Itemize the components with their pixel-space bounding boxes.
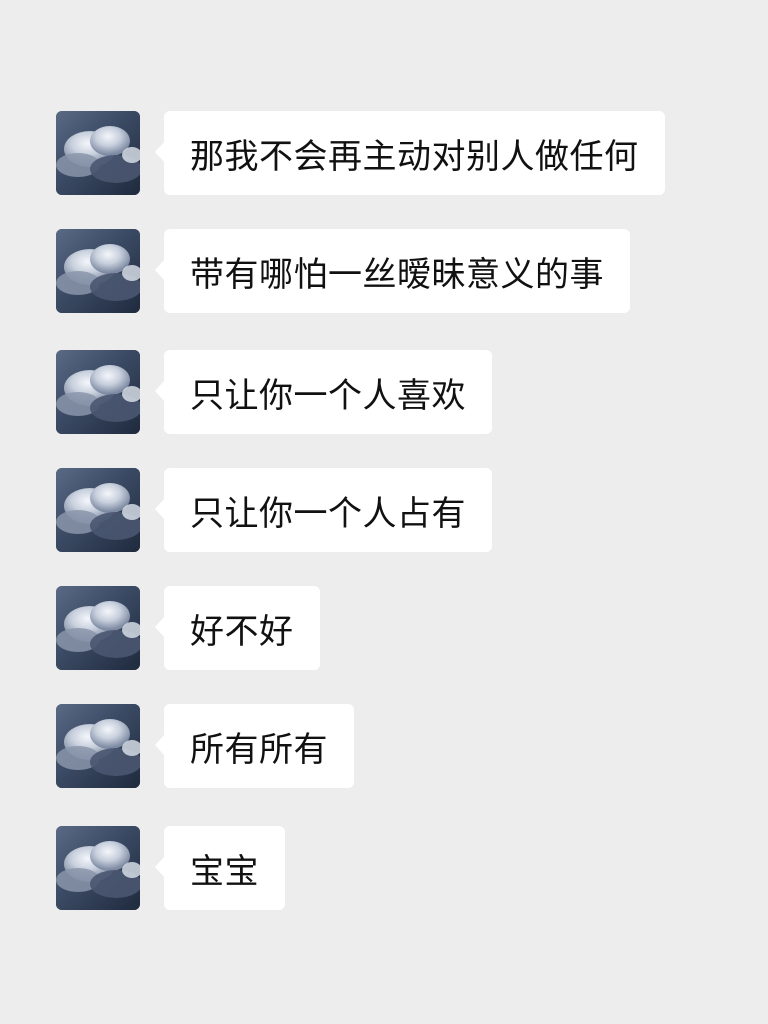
cloud-avatar-icon[interactable] <box>56 704 140 788</box>
cloud-avatar-icon[interactable] <box>56 826 140 910</box>
message-row: 只让你一个人喜欢 <box>56 350 492 434</box>
message-row: 那我不会再主动对别人做任何 <box>56 111 665 195</box>
message-row: 带有哪怕一丝暧昧意义的事 <box>56 229 630 313</box>
cloud-avatar-icon[interactable] <box>56 468 140 552</box>
message-text: 只让你一个人占有 <box>190 493 466 534</box>
message-row: 只让你一个人占有 <box>56 468 492 552</box>
message-text: 宝宝 <box>190 851 259 892</box>
message-bubble[interactable]: 只让你一个人占有 <box>155 468 492 552</box>
cloud-avatar-icon[interactable] <box>56 229 140 313</box>
message-bubble[interactable]: 带有哪怕一丝暧昧意义的事 <box>155 229 630 313</box>
cloud-avatar-icon[interactable] <box>56 350 140 434</box>
message-text: 只让你一个人喜欢 <box>190 375 466 416</box>
message-text: 带有哪怕一丝暧昧意义的事 <box>190 254 604 295</box>
message-text: 所有所有 <box>190 729 328 770</box>
chat-message-list: 那我不会再主动对别人做任何 带有哪怕一丝暧昧意义的事 只让你一个人喜欢 只让你一… <box>0 0 768 1024</box>
message-row: 所有所有 <box>56 704 354 788</box>
cloud-avatar-icon[interactable] <box>56 111 140 195</box>
message-bubble[interactable]: 好不好 <box>155 586 320 670</box>
message-row: 宝宝 <box>56 826 285 910</box>
message-bubble[interactable]: 只让你一个人喜欢 <box>155 350 492 434</box>
message-text: 那我不会再主动对别人做任何 <box>190 136 639 177</box>
message-bubble[interactable]: 那我不会再主动对别人做任何 <box>155 111 665 195</box>
message-row: 好不好 <box>56 586 320 670</box>
message-bubble[interactable]: 宝宝 <box>155 826 285 910</box>
message-bubble[interactable]: 所有所有 <box>155 704 354 788</box>
message-text: 好不好 <box>190 611 294 652</box>
cloud-avatar-icon[interactable] <box>56 586 140 670</box>
